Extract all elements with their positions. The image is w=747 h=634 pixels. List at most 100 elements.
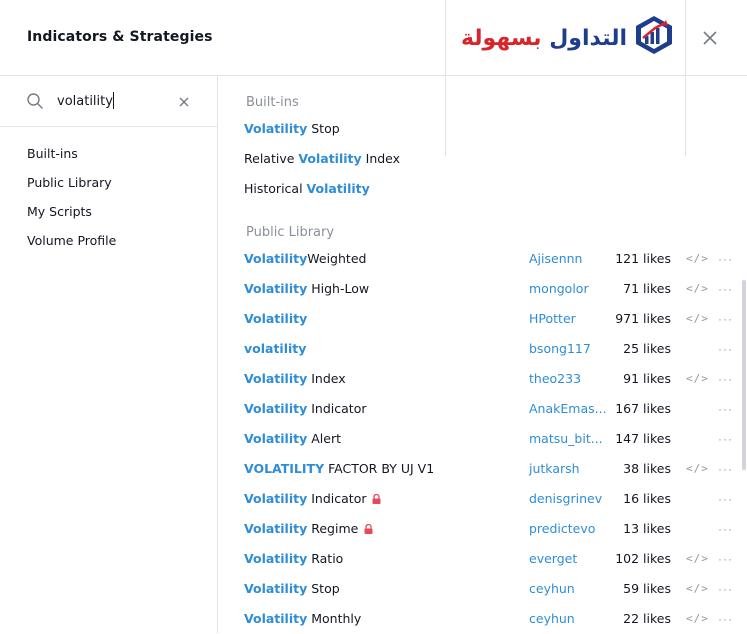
script-author-link[interactable]: mongolor — [529, 281, 589, 296]
script-name: Volatility — [244, 311, 307, 326]
public-script-row[interactable]: Volatility Alert matsu_bit... 147 likes ··· — [219, 424, 747, 454]
name-highlight: volatility — [244, 341, 307, 356]
name-highlight: Volatility — [244, 371, 308, 386]
code-icon[interactable]: </> — [686, 282, 709, 295]
likes-count: 71 likes — [623, 281, 671, 296]
name-highlight: Volatility — [244, 311, 308, 326]
code-icon[interactable]: </> — [686, 462, 709, 475]
sidebar-item-public-library[interactable]: Public Library — [27, 175, 112, 190]
code-icon[interactable]: </> — [686, 582, 709, 595]
name-suffix: High-Low — [307, 281, 370, 296]
script-author-link[interactable]: ceyhun — [529, 581, 575, 596]
name-suffix: Index — [361, 151, 401, 166]
more-options-icon[interactable]: ··· — [718, 252, 733, 266]
name-highlight: Volatility — [244, 121, 308, 136]
builtin-item[interactable]: Volatility Stop — [219, 114, 747, 144]
public-script-row[interactable]: Volatility Monthly ceyhun 22 likes </> ··· — [219, 604, 747, 634]
sidebar: Built-ins Public Library My Scripts Volu… — [0, 76, 218, 633]
name-highlight: Volatility — [244, 611, 308, 626]
sidebar-item-my-scripts[interactable]: My Scripts — [27, 204, 92, 219]
script-name: Volatility Monthly — [244, 611, 361, 626]
script-name: Volatility Alert — [244, 431, 341, 446]
script-name: Volatility Indicator — [244, 491, 381, 506]
indicator-name: Volatility Stop — [244, 121, 340, 136]
more-options-icon[interactable]: ··· — [718, 582, 733, 596]
name-suffix: Alert — [307, 431, 341, 446]
more-options-icon[interactable]: ··· — [718, 522, 733, 536]
script-author-link[interactable]: everget — [529, 551, 577, 566]
scrollbar-thumb[interactable] — [742, 280, 746, 470]
likes-count: 38 likes — [623, 461, 671, 476]
script-author-link[interactable]: AnakEmas... — [529, 401, 607, 416]
name-suffix: Regime — [307, 521, 359, 536]
public-script-row[interactable]: volatility bsong117 25 likes ··· — [219, 334, 747, 364]
sidebar-item-volume-profile[interactable]: Volume Profile — [27, 233, 116, 248]
name-highlight: Volatility — [306, 181, 370, 196]
code-icon[interactable]: </> — [686, 552, 709, 565]
code-icon[interactable]: </> — [686, 612, 709, 625]
code-icon[interactable]: </> — [686, 252, 709, 265]
script-name: Volatility Stop — [244, 581, 340, 596]
script-author-link[interactable]: ceyhun — [529, 611, 575, 626]
script-author-link[interactable]: jutkarsh — [529, 461, 580, 476]
name-highlight: Volatility — [244, 401, 308, 416]
more-options-icon[interactable]: ··· — [718, 342, 733, 356]
public-script-row[interactable]: Volatility High-Low mongolor 71 likes </> ··… — [219, 274, 747, 304]
public-script-row[interactable]: Volatility HPotter 971 likes </> ··· — [219, 304, 747, 334]
likes-count: 121 likes — [615, 251, 671, 266]
script-author-link[interactable]: HPotter — [529, 311, 576, 326]
public-script-row[interactable]: Volatility Indicator AnakEmas... 167 likes… — [219, 394, 747, 424]
name-highlight: Volatility — [244, 581, 308, 596]
indicator-name: Historical Volatility — [244, 181, 370, 196]
public-script-row[interactable]: Volatility Ratio everget 102 likes </> ··· — [219, 544, 747, 574]
clear-icon — [179, 97, 189, 107]
more-options-icon[interactable]: ··· — [718, 312, 733, 326]
likes-count: 16 likes — [623, 491, 671, 506]
more-options-icon[interactable]: ··· — [718, 432, 733, 446]
script-author-link[interactable]: matsu_bit... — [529, 431, 603, 446]
more-options-icon[interactable]: ··· — [718, 552, 733, 566]
more-options-icon[interactable]: ··· — [718, 462, 733, 476]
public-script-row[interactable]: Volatility Stop ceyhun 59 likes </> ··· — [219, 574, 747, 604]
code-icon[interactable]: </> — [686, 372, 709, 385]
script-author-link[interactable]: denisgrinev — [529, 491, 602, 506]
name-highlight: Volatility — [298, 151, 362, 166]
script-author-link[interactable]: theo233 — [529, 371, 581, 386]
more-options-icon[interactable]: ··· — [718, 492, 733, 506]
more-options-icon[interactable]: ··· — [718, 612, 733, 626]
public-script-row[interactable]: VOLATILITY FACTOR BY UJ V1 jutkarsh 38 lik… — [219, 454, 747, 484]
clear-search-button[interactable] — [178, 95, 190, 107]
section-header-built-ins: Built-ins — [246, 95, 299, 110]
name-suffix: Weighted — [307, 251, 367, 266]
likes-count: 22 likes — [623, 611, 671, 626]
likes-count: 59 likes — [623, 581, 671, 596]
script-name: Volatility Indicator — [244, 401, 366, 416]
close-icon — [703, 31, 717, 45]
more-options-icon[interactable]: ··· — [718, 402, 733, 416]
more-options-icon[interactable]: ··· — [718, 282, 733, 296]
close-button[interactable] — [698, 26, 722, 50]
lock-icon — [364, 524, 373, 534]
sidebar-item-built-ins[interactable]: Built-ins — [27, 146, 78, 161]
script-author-link[interactable]: bsong117 — [529, 341, 591, 356]
code-icon[interactable]: </> — [686, 312, 709, 325]
search-icon — [27, 93, 43, 109]
likes-count: 91 likes — [623, 371, 671, 386]
name-prefix: Relative — [244, 151, 299, 166]
more-options-icon[interactable]: ··· — [718, 372, 733, 386]
public-script-row[interactable]: VolatilityWeighted Ajisennn 121 likes </> ··… — [219, 244, 747, 274]
name-suffix: Stop — [307, 121, 340, 136]
public-script-row[interactable]: Volatility Regime predictevo 13 likes ··· — [219, 514, 747, 544]
name-suffix: Indicator — [307, 491, 367, 506]
script-author-link[interactable]: predictevo — [529, 521, 595, 536]
likes-count: 13 likes — [623, 521, 671, 536]
builtin-item[interactable]: Relative Volatility Index — [219, 144, 747, 174]
script-name: VOLATILITY FACTOR BY UJ V1 — [244, 461, 434, 476]
logo-text: التداول بسهولة — [461, 26, 627, 51]
script-name: Volatility Regime — [244, 521, 373, 536]
public-script-row[interactable]: Volatility Index theo233 91 likes </> ··· — [219, 364, 747, 394]
search-input[interactable] — [57, 90, 167, 112]
public-script-row[interactable]: Volatility Indicator denisgrinev 16 likes ·… — [219, 484, 747, 514]
builtin-item[interactable]: Historical Volatility — [219, 174, 747, 204]
script-author-link[interactable]: Ajisennn — [529, 251, 582, 266]
